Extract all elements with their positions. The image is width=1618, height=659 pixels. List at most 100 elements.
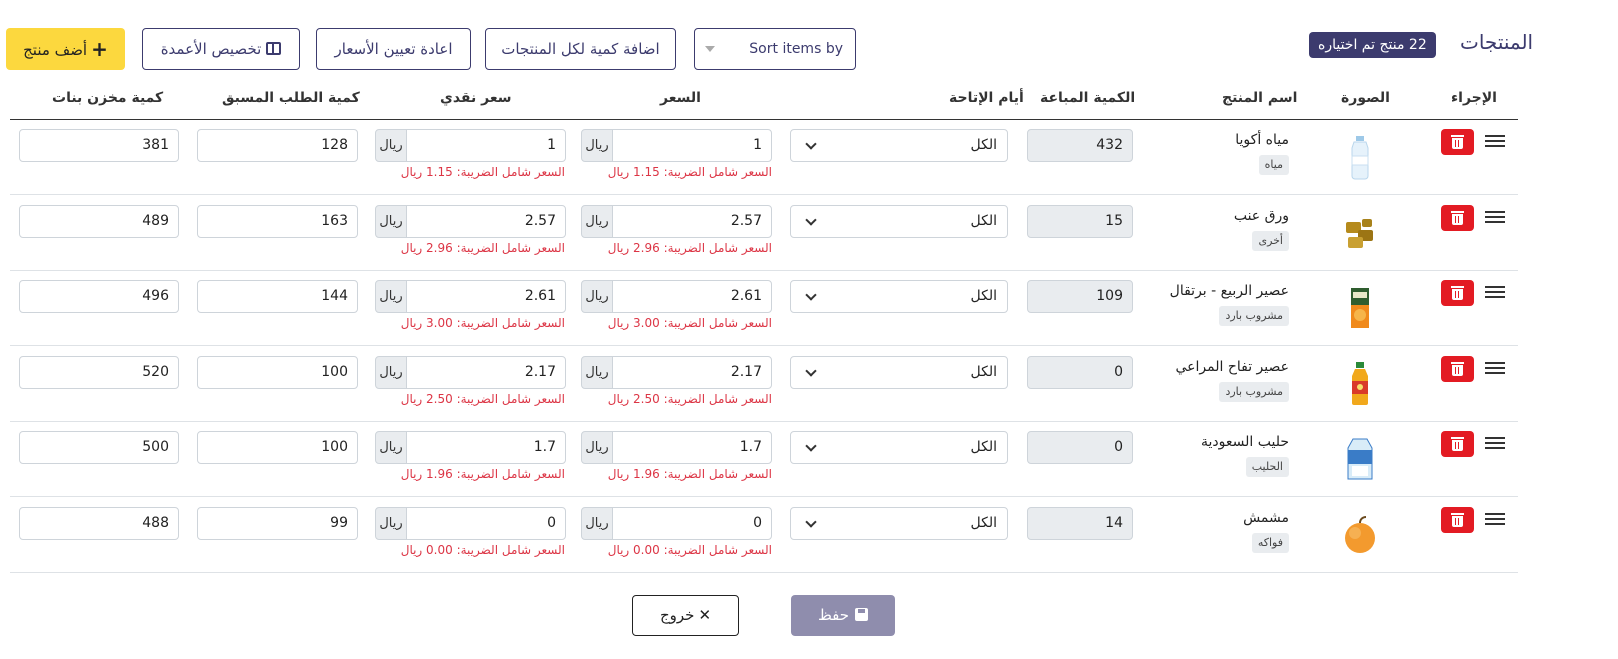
availability-days-select[interactable]: الكل xyxy=(790,280,1008,313)
sold-qty-field: 14 xyxy=(1027,506,1133,540)
delete-button[interactable] xyxy=(1441,431,1474,457)
stock-qty-input[interactable]: 488 xyxy=(19,506,179,540)
trash-can-shape xyxy=(1452,289,1463,300)
cash-price-input[interactable]: 2.61 xyxy=(406,280,566,313)
price-tax-note: السعر شامل الضريبة: 0.00 ريال xyxy=(607,542,772,557)
price-tax-note: السعر شامل الضريبة: 1.15 ريال xyxy=(607,165,772,179)
plus-icon: + xyxy=(91,37,108,61)
trash-icon xyxy=(1451,437,1464,439)
stock-qty-input[interactable]: 496 xyxy=(19,280,179,313)
price-input[interactable]: 2.61 xyxy=(612,280,772,313)
price-input[interactable]: 1.7 xyxy=(612,431,772,464)
delete-button[interactable] xyxy=(1441,129,1474,155)
cash-tax-note: السعر شامل الضريبة: 3.00 ريال xyxy=(400,316,565,330)
product-name: عصير الربيع - برتقال xyxy=(1169,283,1289,299)
category-tag: الحليب xyxy=(1245,457,1289,477)
delete-button[interactable] xyxy=(1441,355,1474,382)
stock-qty-input[interactable]: 520 xyxy=(19,355,179,389)
price-input[interactable]: 0 xyxy=(612,506,772,540)
add-qty-all-button[interactable]: اضافة كمية لكل المنتجات xyxy=(485,28,676,70)
preorder-qty-input[interactable]: 144 xyxy=(197,280,358,313)
availability-days-value: الكل xyxy=(970,137,998,153)
chevron-down-icon xyxy=(805,289,817,301)
trash-icon xyxy=(1451,210,1464,213)
customize-columns-label: تخصيص الأعمدة xyxy=(160,40,262,58)
cash-price-input[interactable]: 0 xyxy=(406,506,566,540)
stock-qty-input[interactable]: 489 xyxy=(19,204,179,238)
price-input[interactable]: 1 xyxy=(612,129,772,162)
drag-handle-icon[interactable] xyxy=(1485,512,1505,529)
availability-days-select[interactable]: الكل xyxy=(790,431,1008,464)
product-name: مشمش xyxy=(1243,509,1289,526)
toolbar: المنتجات 22 منتج تم اختياره Sort items b… xyxy=(0,0,1618,95)
col-header-availability-days: أيام الإتاحة xyxy=(949,90,1024,106)
cash-currency-addon: ريال xyxy=(375,506,407,540)
chevron-down-icon xyxy=(805,515,817,528)
drag-handle-icon[interactable] xyxy=(1485,361,1505,378)
col-header-action: الإجراء xyxy=(1451,90,1497,106)
drag-handle-icon[interactable] xyxy=(1485,286,1505,302)
water-bottle-icon xyxy=(1340,134,1380,180)
sort-select[interactable]: Sort items by xyxy=(694,28,856,70)
trash-can-shape xyxy=(1452,515,1463,527)
cash-tax-note: السعر شامل الضريبة: 2.96 ريال xyxy=(400,240,565,255)
trash-icon xyxy=(1451,361,1464,364)
delete-button[interactable] xyxy=(1441,204,1474,231)
col-header-stock-qty: كمية مخزن بنات xyxy=(52,90,164,106)
save-button[interactable]: حفظ xyxy=(791,595,895,636)
col-header-price: السعر xyxy=(660,90,701,106)
drag-handle-icon[interactable] xyxy=(1485,437,1505,453)
cash-price-input[interactable]: 2.17 xyxy=(406,355,566,389)
stock-qty-input[interactable]: 500 xyxy=(19,431,179,464)
availability-days-value: الكل xyxy=(970,212,998,229)
preorder-qty-input[interactable]: 163 xyxy=(197,204,358,238)
chevron-down-icon xyxy=(805,440,817,452)
preorder-qty-input[interactable]: 128 xyxy=(197,129,358,162)
cash-price-input[interactable]: 1.7 xyxy=(406,431,566,464)
sold-qty-field: 109 xyxy=(1027,280,1133,313)
grape-leaves-icon xyxy=(1340,210,1380,256)
price-tax-note: السعر شامل الضريبة: 3.00 ريال xyxy=(607,316,772,330)
category-tag: مشروب بارد xyxy=(1219,306,1289,326)
delete-button[interactable] xyxy=(1441,506,1474,533)
availability-days-value: الكل xyxy=(970,363,998,380)
save-label: حفظ xyxy=(817,606,850,624)
price-input[interactable]: 2.17 xyxy=(612,355,772,389)
cash-price-input[interactable]: 2.57 xyxy=(406,204,566,238)
preorder-qty-input[interactable]: 99 xyxy=(197,506,358,540)
trash-can-shape xyxy=(1452,213,1463,225)
availability-days-select[interactable]: الكل xyxy=(790,204,1008,238)
reset-prices-button[interactable]: اعادة تعيين الأسعار xyxy=(316,28,471,70)
trash-icon xyxy=(1451,135,1464,137)
price-currency-addon: ريال xyxy=(581,355,613,389)
table-row: عصير الربيع - برتقال مشروب بارد 109 الكل… xyxy=(10,271,1518,346)
cash-price-input[interactable]: 1 xyxy=(406,129,566,162)
table-row: مياه أكويا مياه 432 الكل ريال 1 السعر شا… xyxy=(10,120,1518,195)
delete-button[interactable] xyxy=(1441,280,1474,306)
stock-qty-input[interactable]: 381 xyxy=(19,129,179,162)
availability-days-select[interactable]: الكل xyxy=(790,129,1008,162)
preorder-qty-input[interactable]: 100 xyxy=(197,355,358,389)
preorder-qty-input[interactable]: 100 xyxy=(197,431,358,464)
availability-days-value: الكل xyxy=(970,514,998,531)
trash-icon xyxy=(1451,286,1464,288)
drag-handle-icon[interactable] xyxy=(1485,135,1505,151)
sold-qty-field: 0 xyxy=(1027,431,1133,464)
trash-icon xyxy=(1451,512,1464,515)
category-tag: أخرى xyxy=(1252,230,1289,251)
orange-juice-box-icon xyxy=(1340,285,1380,331)
price-tax-note: السعر شامل الضريبة: 2.96 ريال xyxy=(607,240,772,255)
add-product-button[interactable]: +أضف منتج xyxy=(6,28,125,70)
availability-days-select[interactable]: الكل xyxy=(790,355,1008,389)
availability-days-select[interactable]: الكل xyxy=(790,506,1008,540)
exit-button[interactable]: ✕خروج xyxy=(632,595,739,636)
customize-columns-button[interactable]: تخصيص الأعمدة xyxy=(142,28,300,70)
product-name: عصير تفاح المراعي xyxy=(1175,358,1289,375)
add-product-label: أضف منتج xyxy=(23,41,88,59)
table-row: حليب السعودية الحليب 0 الكل ريال 1.7 الس… xyxy=(10,422,1518,497)
price-input[interactable]: 2.57 xyxy=(612,204,772,238)
table-row: مشمش فواكه 14 الكل ريال 0 السعر شامل الض… xyxy=(10,498,1518,573)
cash-tax-note: السعر شامل الضريبة: 2.50 ريال xyxy=(400,391,565,406)
price-currency-addon: ريال xyxy=(581,431,613,464)
drag-handle-icon[interactable] xyxy=(1485,210,1505,227)
